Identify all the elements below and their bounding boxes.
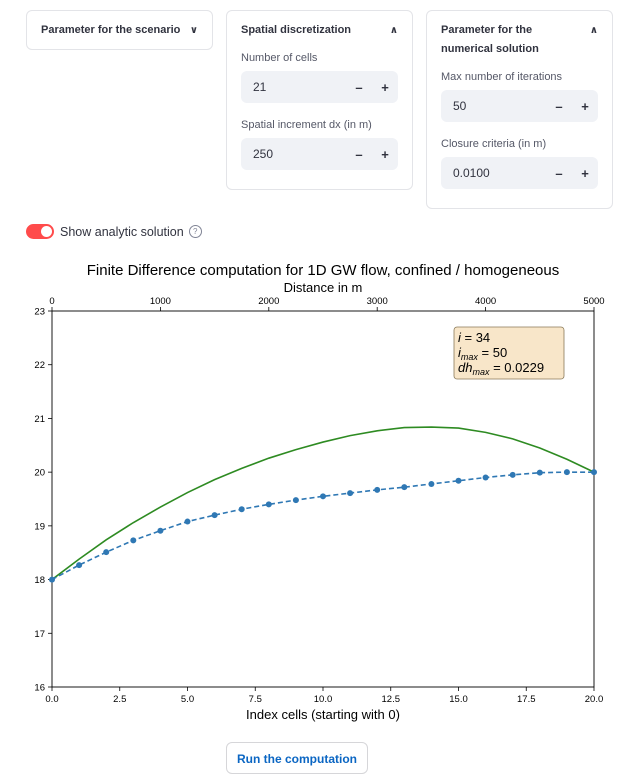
numeric-solution-point	[455, 477, 462, 484]
x-tick-label: 7.5	[249, 694, 262, 705]
x-tick-label: 17.5	[517, 694, 536, 705]
dx-label: Spatial increment dx (in m)	[241, 119, 372, 131]
numerical-title: Parameter for the numerical solution	[441, 24, 539, 55]
scenario-header[interactable]: Parameter for the scenario ∨	[41, 21, 198, 40]
scenario-panel: Parameter for the scenario ∨	[26, 10, 213, 50]
closure-increment-button[interactable]: +	[572, 166, 598, 181]
numeric-solution-point	[374, 486, 381, 493]
y-tick-label: 23	[34, 307, 45, 318]
closure-value[interactable]: 0.0100	[441, 166, 546, 180]
y-tick-label: 16	[34, 683, 45, 694]
numeric-solution-point	[292, 497, 299, 504]
x2-tick-label: 3000	[367, 296, 388, 307]
x2-tick-label: 0	[49, 296, 54, 307]
toggle-knob	[41, 226, 52, 237]
x2-tick-label: 2000	[258, 296, 279, 307]
x-tick-label: 10.0	[314, 694, 333, 705]
cells-label: Number of cells	[241, 52, 318, 64]
numeric-solution-point	[320, 493, 326, 500]
analytic-toggle-label[interactable]: Show analytic solution	[60, 225, 184, 239]
numeric-solution-point	[563, 469, 570, 476]
x-tick-label: 15.0	[449, 694, 468, 705]
chart-title: Finite Difference computation for 1D GW …	[87, 262, 559, 279]
numeric-solution-point	[49, 576, 55, 583]
numeric-solution-point	[428, 480, 435, 487]
numeric-solution-point	[347, 490, 354, 497]
closure-label: Closure criteria (in m)	[441, 138, 547, 150]
analytic-toggle[interactable]	[26, 224, 54, 239]
closure-decrement-button[interactable]: –	[546, 166, 572, 181]
numeric-solution-point	[157, 527, 164, 534]
cells-value[interactable]: 21	[241, 80, 346, 94]
y-tick-label: 19	[34, 521, 45, 532]
iterations-label: Max number of iterations	[441, 71, 563, 83]
closure-input[interactable]: 0.0100 – +	[441, 157, 598, 189]
x2-tick-label: 5000	[583, 296, 604, 307]
numeric-solution-point	[103, 549, 110, 556]
analytic-toggle-row: Show analytic solution ?	[26, 224, 202, 239]
y-tick-label: 22	[34, 360, 45, 371]
dx-increment-button[interactable]: +	[372, 147, 398, 162]
top-axis-label: Distance in m	[284, 280, 363, 295]
fd-chart: Finite Difference computation for 1D GW …	[34, 262, 604, 722]
cells-input[interactable]: 21 – +	[241, 71, 398, 103]
chevron-down-icon: ∨	[189, 25, 198, 36]
x-tick-label: 12.5	[382, 694, 401, 705]
iterations-increment-button[interactable]: +	[572, 99, 598, 114]
x-tick-label: 5.0	[181, 694, 194, 705]
numeric-solution-point	[130, 537, 137, 544]
numerical-panel: Parameter for the numerical solution ∧ M…	[426, 10, 613, 209]
spatial-panel: Spatial discretization ∧ Number of cells…	[226, 10, 413, 190]
dx-decrement-button[interactable]: –	[346, 147, 372, 162]
x2-tick-label: 1000	[150, 296, 171, 307]
annotation-line: i = 34	[458, 330, 490, 345]
cells-increment-button[interactable]: +	[372, 80, 398, 95]
x-axis-label: Index cells (starting with 0)	[246, 707, 400, 722]
x-tick-label: 20.0	[585, 694, 604, 705]
help-icon[interactable]: ?	[188, 225, 202, 238]
chevron-up-icon: ∧	[389, 25, 398, 36]
numeric-solution-point	[591, 469, 597, 476]
cells-decrement-button[interactable]: –	[346, 80, 372, 95]
numeric-solution-point	[265, 501, 272, 508]
numeric-solution-point	[76, 562, 83, 569]
run-computation-button[interactable]: Run the computation	[226, 742, 368, 774]
numerical-header[interactable]: Parameter for the numerical solution ∧	[441, 21, 598, 59]
x2-tick-label: 4000	[475, 296, 496, 307]
numeric-solution-point	[184, 518, 191, 525]
y-tick-label: 21	[34, 414, 45, 425]
x-tick-label: 2.5	[113, 694, 126, 705]
spatial-title: Spatial discretization	[241, 24, 352, 36]
spatial-header[interactable]: Spatial discretization ∧	[241, 21, 398, 40]
scenario-title: Parameter for the scenario	[41, 24, 181, 36]
chevron-up-icon: ∧	[589, 25, 598, 36]
y-tick-label: 18	[34, 575, 45, 586]
analytic-solution-line	[51, 426, 595, 581]
annotation-line: dhmax = 0.0229	[458, 360, 544, 377]
chart-container: Finite Difference computation for 1D GW …	[0, 255, 627, 725]
dx-value[interactable]: 250	[241, 147, 346, 161]
iterations-input[interactable]: 50 – +	[441, 90, 598, 122]
numeric-solution-point	[509, 471, 516, 478]
iterations-decrement-button[interactable]: –	[546, 99, 572, 114]
numeric-solution-point	[238, 506, 245, 513]
numeric-solution-line	[51, 471, 594, 581]
iterations-value[interactable]: 50	[441, 99, 546, 113]
numeric-solution-point	[536, 469, 543, 476]
numeric-solution-point	[401, 484, 408, 491]
y-tick-label: 17	[34, 629, 45, 640]
y-tick-label: 20	[34, 468, 45, 479]
dx-input[interactable]: 250 – +	[241, 138, 398, 170]
numeric-solution-point	[211, 512, 218, 519]
numeric-solution-point	[482, 474, 489, 481]
x-tick-label: 0.0	[45, 694, 58, 705]
